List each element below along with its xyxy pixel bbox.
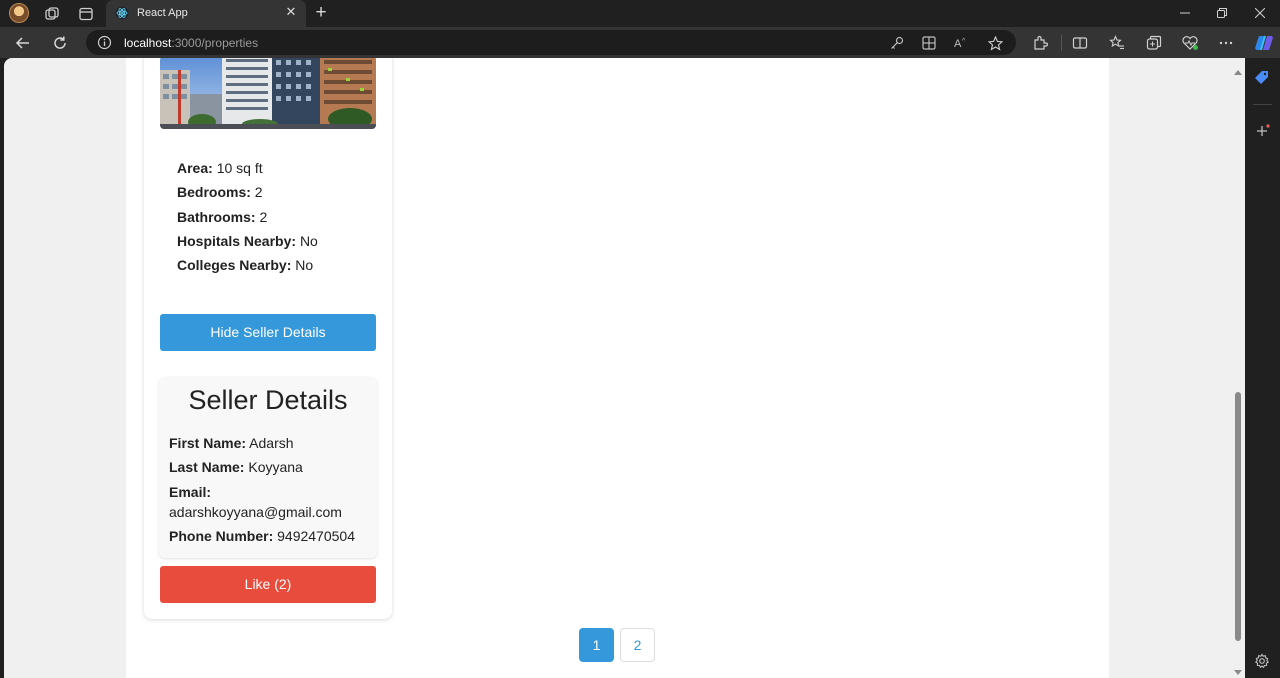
email-label: Email:: [169, 484, 212, 500]
detail-label: Bedrooms:: [177, 184, 251, 201]
svg-text:^: ^: [962, 38, 966, 45]
seller-details-title: Seller Details: [188, 385, 348, 415]
phone-label: Phone Number:: [169, 528, 274, 544]
seller-details-panel: Seller Details First Name: Adarsh Last N…: [159, 377, 377, 558]
seller-phone: Phone Number: 9492470504: [169, 528, 355, 544]
copilot-icon[interactable]: [1253, 32, 1275, 54]
read-aloud-icon[interactable]: A ^: [954, 35, 970, 51]
scroll-down-icon[interactable]: [1234, 663, 1242, 675]
url-path: :3000/properties: [171, 36, 259, 50]
page-scrollbar[interactable]: [1231, 58, 1245, 678]
restore-icon[interactable]: [1210, 4, 1234, 22]
info-icon[interactable]: [97, 35, 112, 50]
first-name-label: First Name:: [169, 435, 247, 451]
detail-bathrooms: Bathrooms: 2: [177, 208, 377, 232]
browser-toolbar: localhost:3000/properties A ^: [0, 27, 1280, 58]
close-window-icon[interactable]: [1248, 4, 1272, 22]
scrollbar-thumb[interactable]: [1235, 392, 1241, 641]
browser-essentials-icon[interactable]: [1181, 34, 1199, 52]
address-bar[interactable]: localhost:3000/properties A ^: [86, 30, 1016, 55]
detail-area: Area: 10 sq ft: [177, 159, 377, 183]
detail-value: No: [299, 232, 318, 249]
plus-icon[interactable]: [1254, 123, 1270, 139]
tab-actions-icon[interactable]: [77, 5, 95, 23]
sidebar-divider: [1253, 104, 1272, 105]
split-screen-icon[interactable]: [1071, 34, 1089, 52]
seller-last-name: Last Name: Koyyana: [169, 459, 303, 475]
browser-sidebar: [1245, 58, 1280, 678]
property-card: Area: 10 sq ft Bedrooms: 2 Bathrooms: 2 …: [144, 58, 392, 619]
detail-value: 2: [259, 208, 268, 225]
seller-email: adarshkoyyana@gmail.com: [169, 504, 342, 520]
react-favicon: [115, 6, 129, 20]
detail-bedrooms: Bedrooms: 2: [177, 183, 377, 207]
detail-label: Colleges Nearby:: [177, 257, 292, 274]
detail-value: 10 sq ft: [216, 160, 263, 176]
minimize-icon[interactable]: [1173, 4, 1197, 22]
apps-icon[interactable]: [921, 35, 937, 51]
detail-label: Hospitals Nearby:: [177, 232, 297, 249]
tab-title: React App: [137, 7, 188, 19]
extensions-icon[interactable]: [1031, 34, 1049, 52]
collections-icon[interactable]: [1145, 34, 1163, 52]
detail-value: No: [295, 257, 314, 274]
url-text[interactable]: localhost:3000/properties: [124, 36, 258, 50]
property-details: Area: 10 sq ft Bedrooms: 2 Bathrooms: 2 …: [177, 159, 377, 280]
favorites-icon[interactable]: [1108, 34, 1126, 52]
last-name-value: Koyyana: [248, 459, 303, 475]
settings-icon[interactable]: [1254, 653, 1270, 669]
title-bar: React App ✕ +: [0, 0, 1280, 27]
svg-text:A: A: [954, 38, 962, 50]
page-button-1[interactable]: 1: [579, 628, 614, 662]
phone-value: 9492470504: [277, 528, 355, 544]
refresh-icon[interactable]: [50, 33, 70, 53]
page-button-2[interactable]: 2: [620, 628, 655, 662]
back-icon[interactable]: [13, 33, 33, 53]
toolbar-divider: [1061, 35, 1062, 51]
browser-tab[interactable]: React App ✕: [106, 0, 306, 27]
page-container: Area: 10 sq ft Bedrooms: 2 Bathrooms: 2 …: [126, 58, 1109, 678]
scroll-up-icon[interactable]: [1234, 64, 1242, 75]
detail-hospitals-nearby: Hospitals Nearby: No: [177, 232, 377, 256]
last-name-label: Last Name:: [169, 459, 245, 475]
seller-first-name: First Name: Adarsh: [169, 435, 294, 451]
detail-label: Bathrooms:: [177, 208, 256, 225]
url-host: localhost: [124, 36, 172, 50]
like-button[interactable]: Like (2): [160, 566, 376, 603]
close-tab-icon[interactable]: ✕: [284, 5, 298, 19]
detail-colleges-nearby: Colleges Nearby: No: [177, 256, 377, 280]
profile-avatar[interactable]: [9, 3, 29, 23]
property-photo: [160, 58, 376, 129]
new-tab-icon[interactable]: +: [311, 3, 331, 24]
workspaces-icon[interactable]: [43, 5, 61, 23]
tag-icon[interactable]: [1254, 70, 1270, 86]
seller-email-label: Email:: [169, 484, 211, 500]
star-icon[interactable]: [987, 35, 1003, 51]
more-icon[interactable]: [1217, 34, 1235, 52]
hide-seller-details-button[interactable]: Hide Seller Details: [160, 314, 376, 351]
page-viewport: Area: 10 sq ft Bedrooms: 2 Bathrooms: 2 …: [4, 58, 1245, 678]
detail-label: Area:: [177, 160, 213, 176]
detail-value: 2: [254, 184, 263, 201]
key-icon[interactable]: [889, 35, 905, 51]
first-name-value: Adarsh: [249, 435, 294, 451]
